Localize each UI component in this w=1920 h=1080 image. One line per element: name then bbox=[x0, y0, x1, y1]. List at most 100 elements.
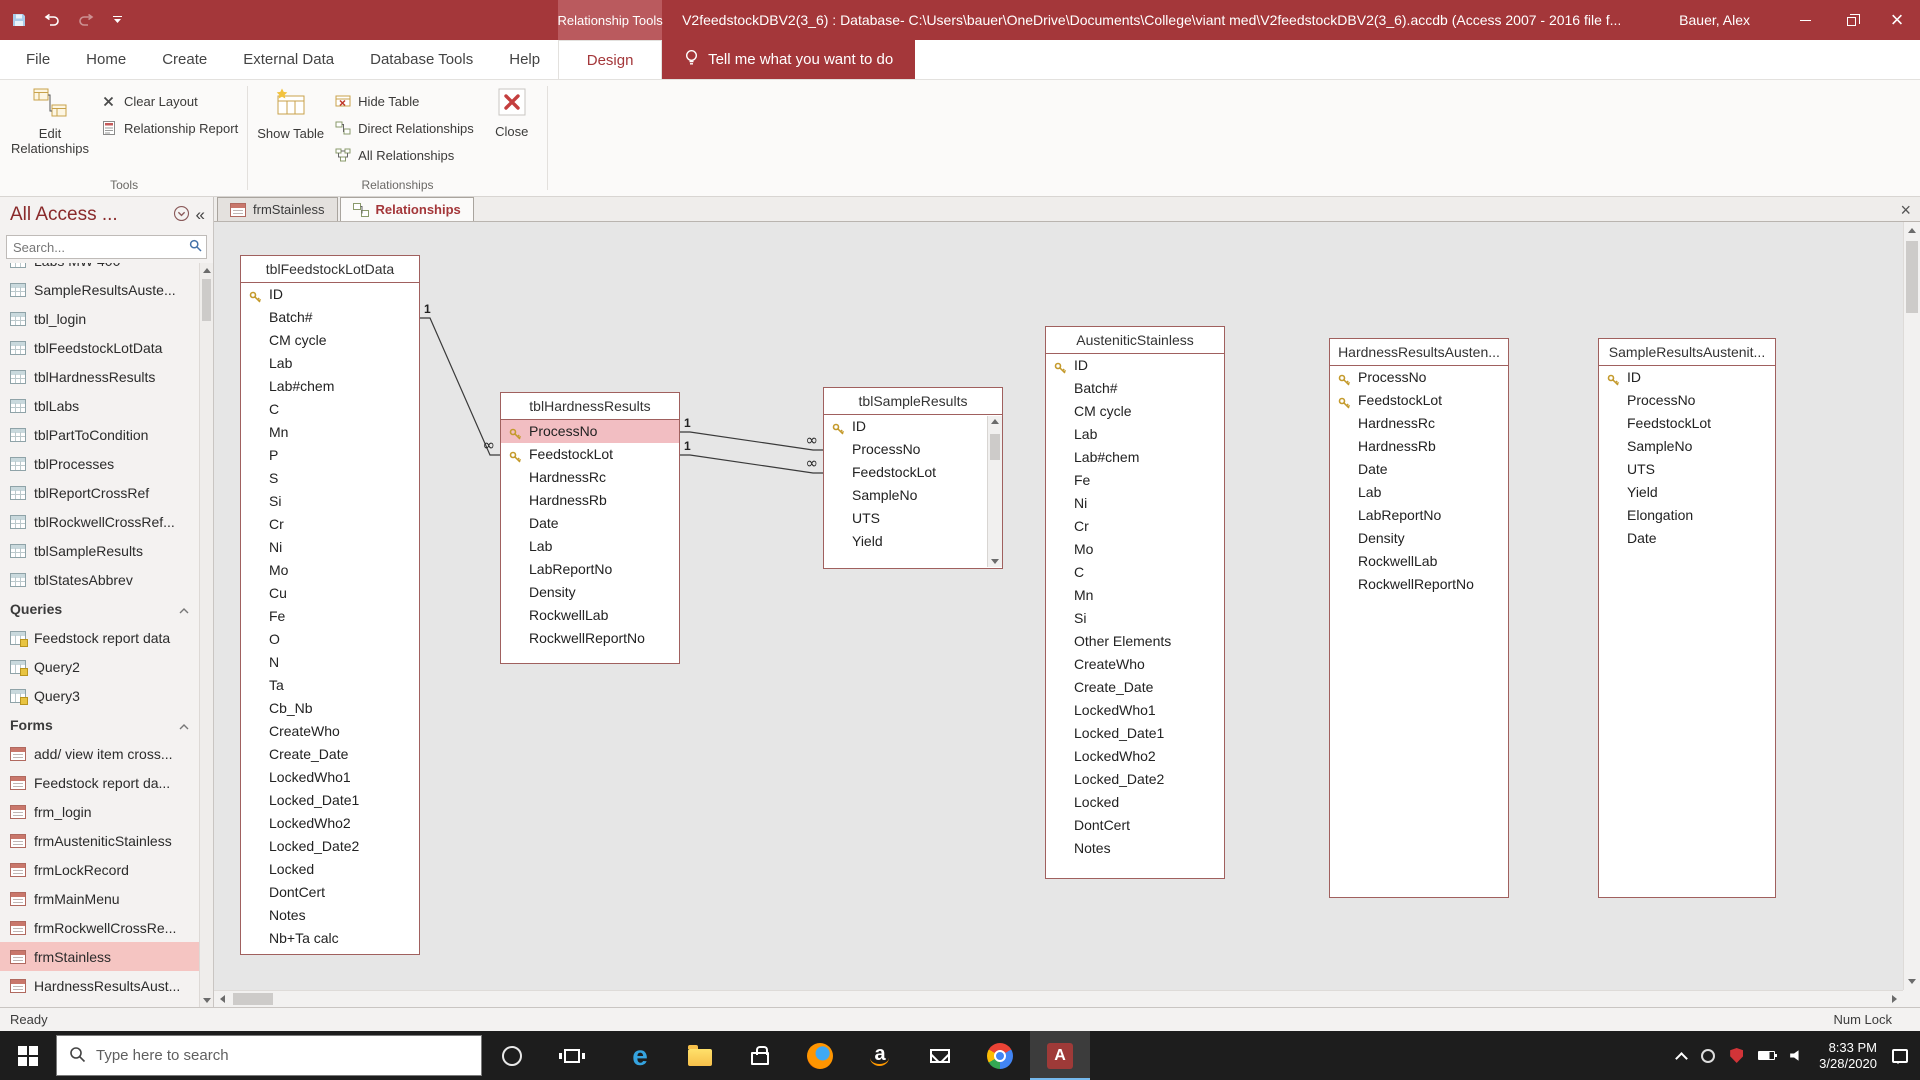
cortana-button[interactable] bbox=[482, 1031, 542, 1080]
diagram-field-processno[interactable]: ProcessNo bbox=[824, 438, 987, 461]
clear-layout-button[interactable]: Clear Layout bbox=[100, 91, 198, 111]
nav-scrollbar-thumb[interactable] bbox=[202, 279, 211, 321]
diagram-field-id[interactable]: ID bbox=[1599, 366, 1775, 389]
diagram-field-lab[interactable]: Lab bbox=[501, 535, 679, 558]
edge-button[interactable] bbox=[610, 1031, 670, 1080]
diagram-field-lab[interactable]: Lab bbox=[241, 352, 419, 375]
nav-item-frmstainless[interactable]: frmStainless bbox=[0, 942, 199, 971]
diagram-field-lab[interactable]: Lab bbox=[1330, 481, 1508, 504]
diagram-field-cr[interactable]: Cr bbox=[241, 513, 419, 536]
diagram-field-hardnessrb[interactable]: HardnessRb bbox=[1330, 435, 1508, 458]
minimize-button[interactable] bbox=[1782, 0, 1828, 40]
restore-button[interactable] bbox=[1828, 0, 1874, 40]
nav-search-box[interactable] bbox=[6, 235, 207, 259]
relationship-report-button[interactable]: Relationship Report bbox=[100, 118, 238, 138]
diagram-field-date[interactable]: Date bbox=[1330, 458, 1508, 481]
scroll-up-icon[interactable] bbox=[1904, 222, 1920, 239]
shutter-bar-collapse-icon[interactable]: « bbox=[196, 205, 205, 225]
scroll-right-icon[interactable] bbox=[1886, 991, 1903, 1007]
diagram-field-si[interactable]: Si bbox=[241, 490, 419, 513]
amazon-button[interactable] bbox=[850, 1031, 910, 1080]
hidden-icons-chevron-icon[interactable] bbox=[1675, 1051, 1689, 1065]
diagram-field-sampleno[interactable]: SampleNo bbox=[1599, 435, 1775, 458]
diagram-field-cm-cycle[interactable]: CM cycle bbox=[1046, 400, 1224, 423]
diagram-field-cr[interactable]: Cr bbox=[1046, 515, 1224, 538]
navigation-pane-header[interactable]: All Access ... « bbox=[0, 197, 213, 233]
diagram-field-o[interactable]: O bbox=[241, 628, 419, 651]
save-icon[interactable] bbox=[12, 13, 26, 27]
diagram-field-cu[interactable]: Cu bbox=[241, 582, 419, 605]
diagram-field-feedstocklot[interactable]: FeedstockLot bbox=[824, 461, 987, 484]
diagram-field-feedstocklot[interactable]: FeedstockLot bbox=[501, 443, 679, 466]
canvas-horizontal-scrollbar[interactable] bbox=[214, 990, 1903, 1007]
diagram-field-fe[interactable]: Fe bbox=[1046, 469, 1224, 492]
diagram-field-s[interactable]: S bbox=[241, 467, 419, 490]
scroll-down-icon[interactable] bbox=[991, 559, 999, 564]
diagram-field-yield[interactable]: Yield bbox=[1599, 481, 1775, 504]
diagram-field-lockedwho1[interactable]: LockedWho1 bbox=[241, 766, 419, 789]
diagram-field-date[interactable]: Date bbox=[1599, 527, 1775, 550]
access-taskbar-button[interactable] bbox=[1030, 1031, 1090, 1080]
diagram-field-si[interactable]: Si bbox=[1046, 607, 1224, 630]
diagram-field-create-date[interactable]: Create_Date bbox=[241, 743, 419, 766]
diagram-field-id[interactable]: ID bbox=[1046, 354, 1224, 377]
doc-tab-relationships[interactable]: Relationships bbox=[339, 197, 474, 221]
nav-item-frmmainmenu[interactable]: frmMainMenu bbox=[0, 884, 199, 913]
taskbar-search-input[interactable] bbox=[96, 1047, 469, 1064]
search-icon[interactable] bbox=[189, 239, 202, 255]
doc-tab-frmstainless[interactable]: frmStainless bbox=[217, 197, 338, 221]
diagram-field-processno[interactable]: ProcessNo bbox=[1599, 389, 1775, 412]
diagram-field-processno[interactable]: ProcessNo bbox=[501, 420, 679, 443]
diagram-field-ni[interactable]: Ni bbox=[1046, 492, 1224, 515]
diagram-field-dontcert[interactable]: DontCert bbox=[241, 881, 419, 904]
diagram-field-uts[interactable]: UTS bbox=[1599, 458, 1775, 481]
diagram-field-feedstocklot[interactable]: FeedstockLot bbox=[1599, 412, 1775, 435]
diagram-field-locked[interactable]: Locked bbox=[241, 858, 419, 881]
horizontal-scrollbar-thumb[interactable] bbox=[233, 993, 273, 1005]
nav-item-query3[interactable]: Query3 bbox=[0, 681, 199, 710]
scroll-up-icon[interactable] bbox=[991, 419, 999, 424]
diagram-table-hardnessresultsausten[interactable]: HardnessResultsAusten... ProcessNo Feedsto… bbox=[1329, 338, 1509, 898]
diagram-field-c[interactable]: C bbox=[1046, 561, 1224, 584]
chrome-button[interactable] bbox=[970, 1031, 1030, 1080]
ribbon-tab-file[interactable]: File bbox=[8, 40, 68, 79]
diagram-field-locked-date1[interactable]: Locked_Date1 bbox=[241, 789, 419, 812]
diagram-field-rockwelllab[interactable]: RockwellLab bbox=[1330, 550, 1508, 573]
diagram-field-nb-ta-calc[interactable]: Nb+Ta calc bbox=[241, 927, 419, 950]
scroll-up-icon[interactable] bbox=[200, 263, 213, 277]
nav-item-tblhardnessresults[interactable]: tblHardnessResults bbox=[0, 362, 199, 391]
diagram-field-feedstocklot[interactable]: FeedstockLot bbox=[1330, 389, 1508, 412]
diagram-field-density[interactable]: Density bbox=[1330, 527, 1508, 550]
diagram-field-n[interactable]: N bbox=[241, 651, 419, 674]
diagram-field-p[interactable]: P bbox=[241, 444, 419, 467]
diagram-field-fe[interactable]: Fe bbox=[241, 605, 419, 628]
diagram-field-yield[interactable]: Yield bbox=[824, 530, 987, 553]
audio-device-icon[interactable] bbox=[1701, 1048, 1716, 1063]
diagram-field-notes[interactable]: Notes bbox=[1046, 837, 1224, 860]
action-center-icon[interactable] bbox=[1892, 1048, 1908, 1064]
diagram-field-cm-cycle[interactable]: CM cycle bbox=[241, 329, 419, 352]
diagram-field-uts[interactable]: UTS bbox=[824, 507, 987, 530]
scroll-down-icon[interactable] bbox=[200, 993, 213, 1007]
diagram-field-mn[interactable]: Mn bbox=[1046, 584, 1224, 607]
diagram-field-lockedwho2[interactable]: LockedWho2 bbox=[241, 812, 419, 835]
taskbar-search[interactable] bbox=[56, 1035, 482, 1076]
ribbon-tab-external-data[interactable]: External Data bbox=[225, 40, 352, 79]
nav-item-frmausteniticstainless[interactable]: frmAusteniticStainless bbox=[0, 826, 199, 855]
nav-item-tblreportcrossref[interactable]: tblReportCrossRef bbox=[0, 478, 199, 507]
diagram-table-austeniticstainless[interactable]: AusteniticStainless ID Batch# CM cycle Lab La… bbox=[1045, 326, 1225, 879]
diagram-field-elongation[interactable]: Elongation bbox=[1599, 504, 1775, 527]
diagram-field-locked-date2[interactable]: Locked_Date2 bbox=[1046, 768, 1224, 791]
nav-item-tblrockwellcrossref[interactable]: tblRockwellCrossRef... bbox=[0, 507, 199, 536]
nav-section-forms[interactable]: Forms bbox=[0, 710, 199, 739]
diagram-field-rockwelllab[interactable]: RockwellLab bbox=[501, 604, 679, 627]
diagram-field-locked-date1[interactable]: Locked_Date1 bbox=[1046, 722, 1224, 745]
hide-table-button[interactable]: Hide Table bbox=[334, 91, 419, 111]
diagram-table-tblhardnessresults[interactable]: tblHardnessResults ProcessNo FeedstockLot H… bbox=[500, 392, 680, 664]
undo-icon[interactable] bbox=[44, 14, 60, 26]
diagram-field-hardnessrc[interactable]: HardnessRc bbox=[501, 466, 679, 489]
diagram-field-labreportno[interactable]: LabReportNo bbox=[1330, 504, 1508, 527]
taskbar-clock[interactable]: 8:33 PM 3/28/2020 bbox=[1819, 1040, 1877, 1072]
all-relationships-button[interactable]: All Relationships bbox=[334, 145, 454, 165]
diagram-field-id[interactable]: ID bbox=[241, 283, 419, 306]
